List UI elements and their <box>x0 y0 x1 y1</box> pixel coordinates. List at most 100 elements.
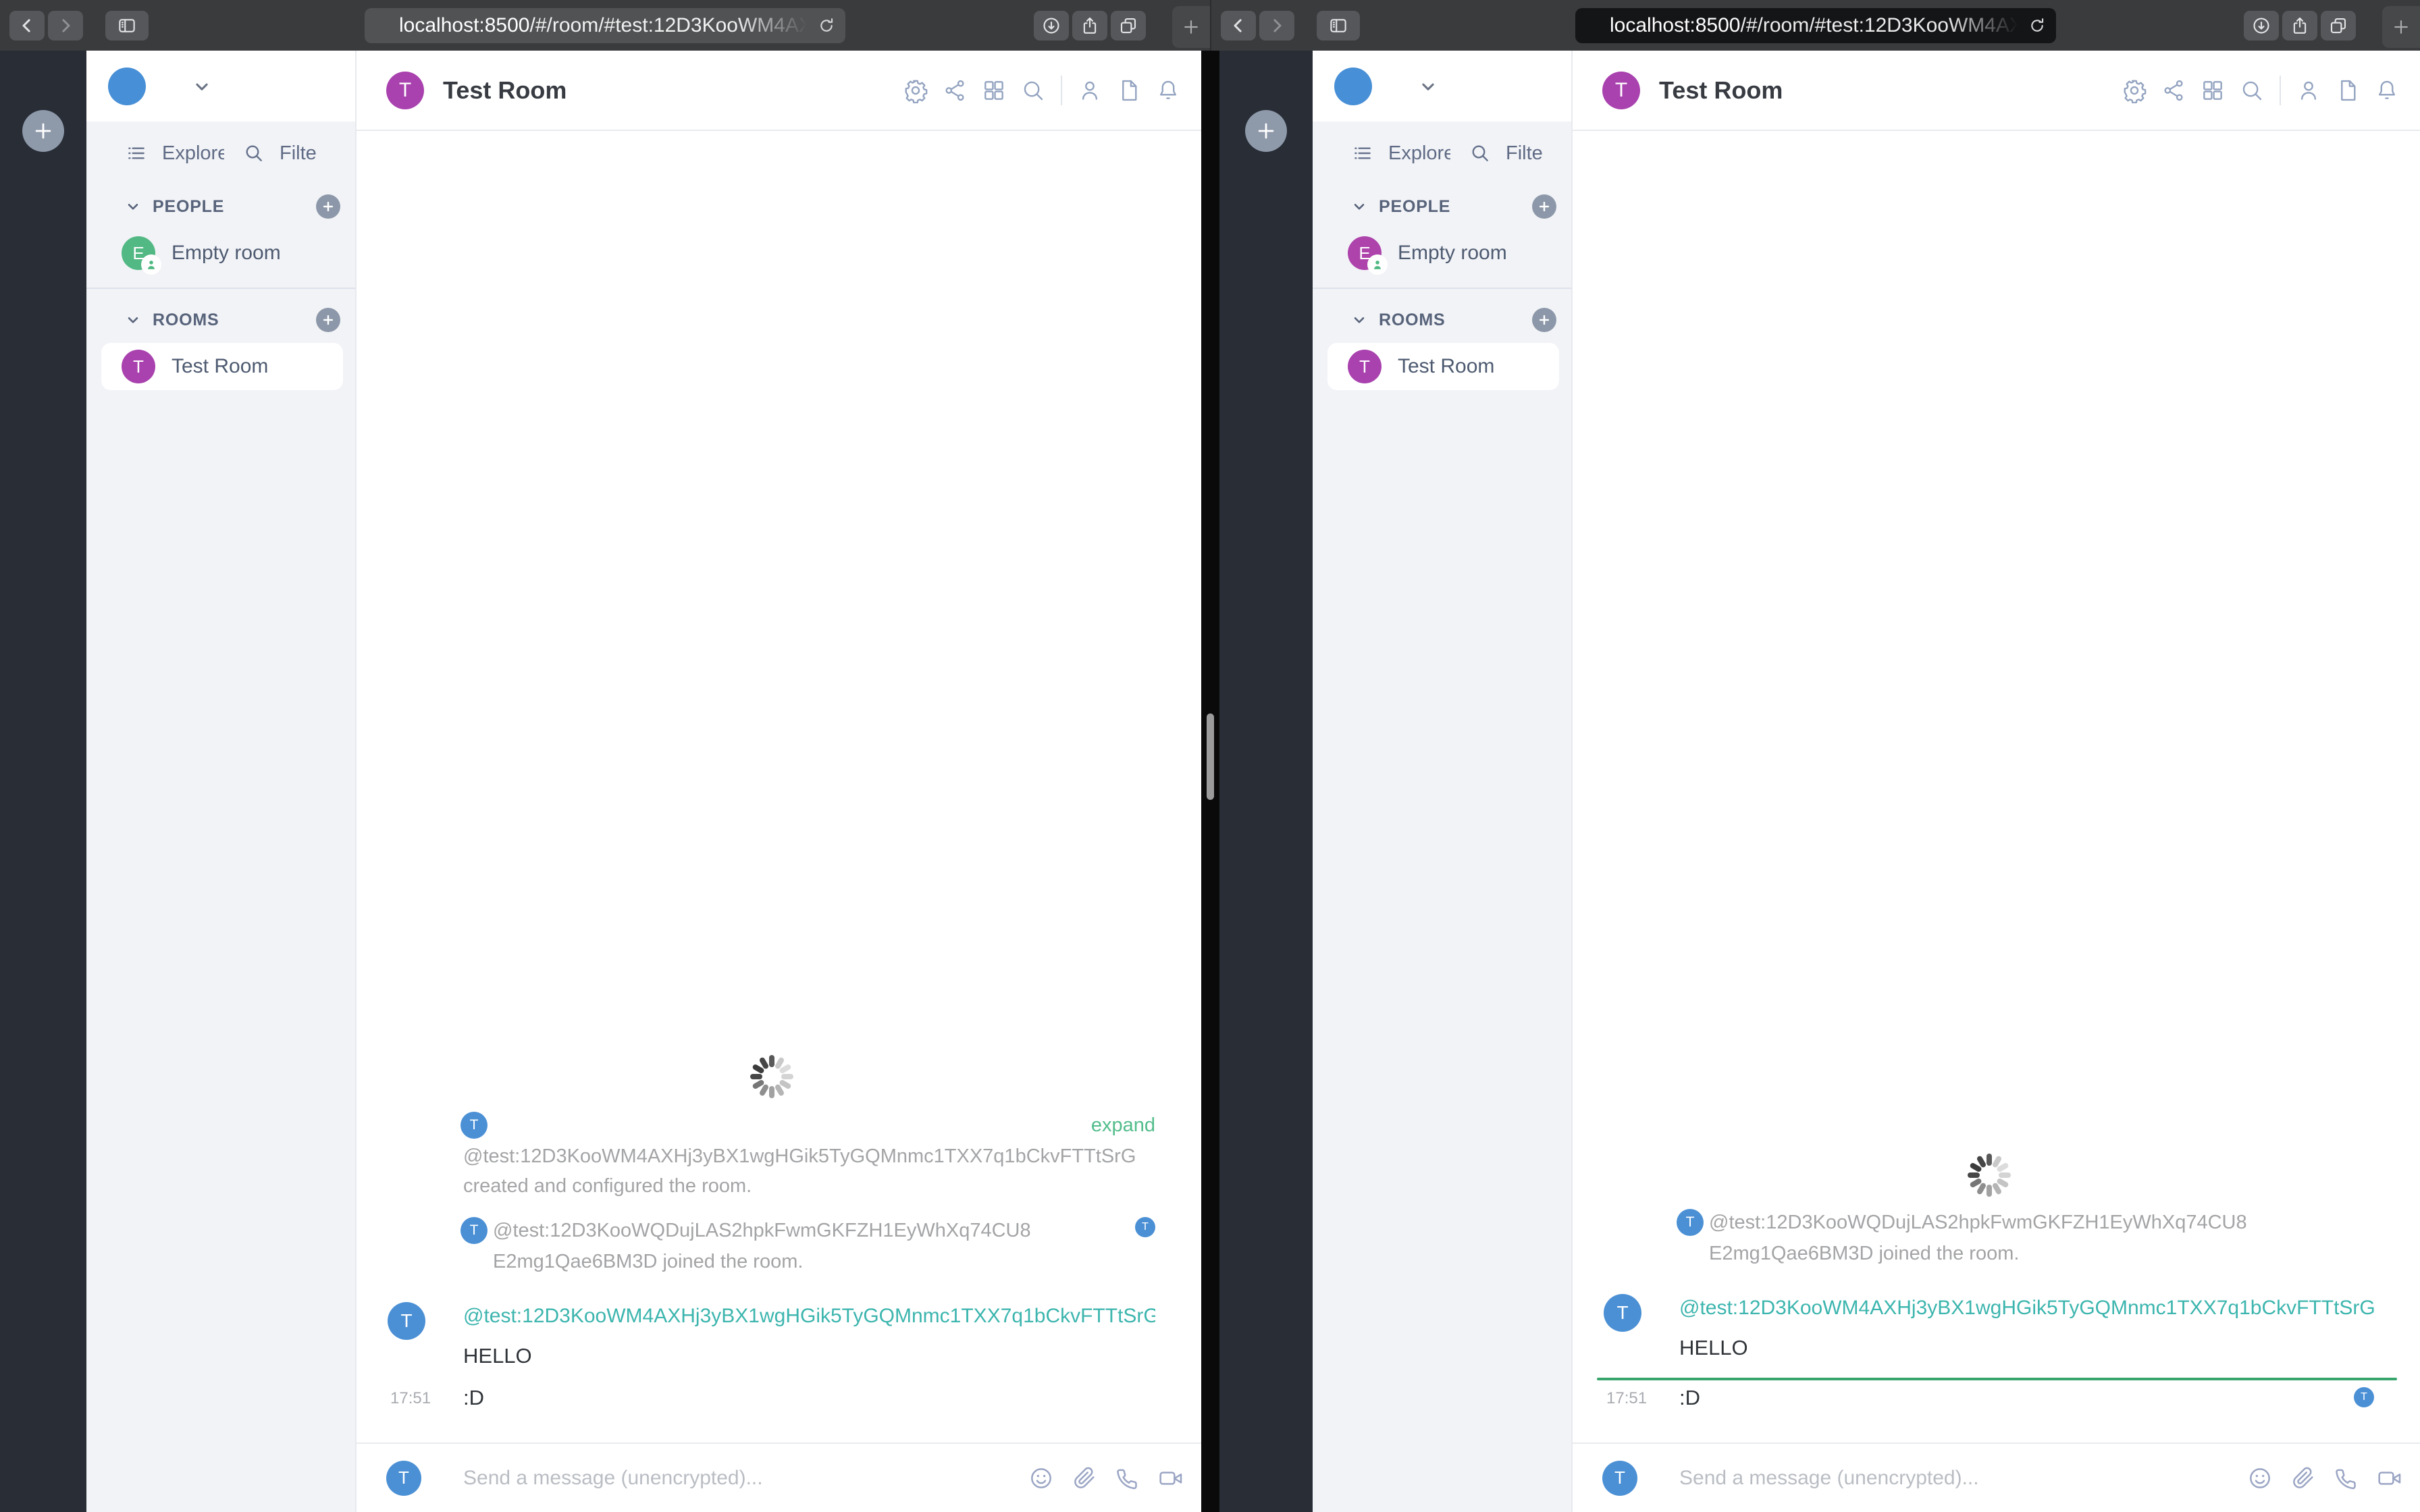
message-timestamp: 17:51 <box>390 1389 431 1407</box>
explore-button[interactable]: Explore <box>1388 142 1450 165</box>
list-item-test-room[interactable]: T Test Room <box>101 343 343 390</box>
reload-button[interactable] <box>2025 14 2049 38</box>
voice-call-button[interactable] <box>2331 1463 2362 1494</box>
sidebar-divider <box>86 288 355 289</box>
room-settings-button[interactable] <box>2119 75 2150 106</box>
url-bar[interactable]: localhost:8500/#/room/#test:12D3KooWM4AX… <box>365 7 845 43</box>
list-item-empty-room[interactable]: E Empty room <box>101 230 343 277</box>
sidebar-icon <box>119 18 135 32</box>
tab-overview-button[interactable] <box>2321 10 2356 40</box>
filter-input[interactable]: Filte <box>1506 142 1546 165</box>
add-room-button[interactable] <box>1532 308 1556 332</box>
add-room-button[interactable] <box>316 308 340 332</box>
avatar: E <box>1348 236 1388 275</box>
tab-overview-button[interactable] <box>1111 10 1146 40</box>
members-button[interactable] <box>2293 75 2324 106</box>
room-avatar[interactable]: T <box>1602 71 1640 109</box>
back-button[interactable] <box>1221 10 1256 40</box>
reload-button[interactable] <box>814 14 839 38</box>
share-button[interactable] <box>1072 10 1107 40</box>
sidebar-toggle-button[interactable] <box>105 10 149 40</box>
room-avatar[interactable]: T <box>386 71 424 109</box>
downloads-button[interactable] <box>2244 10 2279 40</box>
people-section-header[interactable]: PEOPLE <box>1313 185 1571 228</box>
search-icon <box>2242 81 2262 100</box>
search-button[interactable] <box>2236 75 2267 106</box>
filter-search-icon <box>1472 145 1488 161</box>
explore-directory-icon <box>128 147 144 159</box>
rooms-section-label: ROOMS <box>1379 310 1446 329</box>
room-view: T Test Room T expand @test:12D3KooWM4AXH… <box>357 51 1201 1512</box>
share-room-button[interactable] <box>2158 75 2189 106</box>
room-name: Test Room <box>1398 355 1495 377</box>
back-button[interactable] <box>9 10 45 40</box>
plus-icon <box>323 201 334 212</box>
timeline-scrollbar-thumb[interactable] <box>1207 713 1214 800</box>
downloads-button[interactable] <box>1034 10 1069 40</box>
message-body: HELLO <box>463 1344 532 1368</box>
add-people-button[interactable] <box>316 194 340 219</box>
add-community-button[interactable] <box>1245 110 1287 152</box>
video-call-button[interactable] <box>1155 1463 1186 1494</box>
forward-button[interactable] <box>48 10 83 40</box>
rooms-section-header[interactable]: ROOMS <box>86 298 355 342</box>
chevron-left-icon <box>22 18 30 32</box>
chevron-down-icon <box>1354 317 1365 323</box>
new-tab-button[interactable] <box>1172 6 1210 48</box>
message-input[interactable]: Send a message (unencrypted)... <box>463 1467 1014 1490</box>
explore-button[interactable]: Explore <box>162 142 224 165</box>
user-menu-chevron-icon[interactable] <box>190 75 213 98</box>
files-button[interactable] <box>1113 75 1145 106</box>
filter-input[interactable]: Filte <box>280 142 320 165</box>
list-item-empty-room[interactable]: E Empty room <box>1327 230 1559 277</box>
room-settings-button[interactable] <box>900 75 931 106</box>
emoji-button[interactable] <box>2244 1463 2276 1494</box>
sender-name[interactable]: @test:12D3KooWM4AXHj3yBX1wgHGik5TyGQMnmc… <box>463 1301 1155 1340</box>
notifications-button[interactable] <box>1153 75 1184 106</box>
room-name: Test Room <box>172 355 269 377</box>
url-bar[interactable]: localhost:8500/#/room/#test:12D3KooWM4AX… <box>1575 7 2056 43</box>
sender-avatar[interactable]: T <box>388 1302 425 1340</box>
sender-name[interactable]: @test:12D3KooWM4AXHj3yBX1wgHGik5TyGQMnmc… <box>1679 1293 2374 1332</box>
room-title: Test Room <box>1659 76 1783 104</box>
apps-grid-button[interactable] <box>978 75 1009 106</box>
user-avatar[interactable] <box>1334 67 1372 105</box>
video-call-button[interactable] <box>2374 1463 2405 1494</box>
list-item-test-room[interactable]: T Test Room <box>1327 343 1559 390</box>
people-section-header[interactable]: PEOPLE <box>86 185 355 228</box>
expand-link[interactable]: expand <box>1091 1114 1155 1137</box>
room-view: T Test Room T @test:12D3KooWQDujLAS2hpkF… <box>1573 51 2420 1512</box>
read-receipt-avatar: T <box>2354 1387 2374 1407</box>
new-tab-button[interactable] <box>2382 6 2420 48</box>
add-people-button[interactable] <box>1532 194 1556 219</box>
apps-grid-button[interactable] <box>2197 75 2228 106</box>
room-list-tools: Explore Filte <box>1313 122 1571 185</box>
event-text: @test:12D3KooWQDujLAS2hpkFwmGKFZH1EyWhXq… <box>1709 1211 2247 1233</box>
sender-avatar[interactable]: T <box>1604 1294 1641 1332</box>
rooms-section-header[interactable]: ROOMS <box>1313 298 1571 342</box>
voice-call-button[interactable] <box>1112 1463 1143 1494</box>
search-button[interactable] <box>1018 75 1049 106</box>
room-list-sidebar: Explore Filte PEOPLE E Empty room ROOMS … <box>1313 51 1573 1512</box>
forward-button[interactable] <box>1259 10 1294 40</box>
video-camera-icon <box>1159 1471 1182 1485</box>
room-header: T Test Room <box>1573 51 2420 131</box>
attach-button[interactable] <box>2288 1463 2319 1494</box>
sidebar-toggle-button[interactable] <box>1317 10 1360 40</box>
room-list-tools: Explore Filte <box>86 122 355 185</box>
message-input[interactable]: Send a message (unencrypted)... <box>1679 1467 2232 1490</box>
share-icon <box>1083 17 1097 34</box>
members-button[interactable] <box>1074 75 1105 106</box>
plus-icon <box>1539 201 1550 212</box>
emoji-button[interactable] <box>1026 1463 1057 1494</box>
share-button[interactable] <box>2282 10 2317 40</box>
share-room-button[interactable] <box>939 75 970 106</box>
user-menu-chevron-icon[interactable] <box>1417 75 1440 98</box>
attach-button[interactable] <box>1069 1463 1100 1494</box>
notifications-button[interactable] <box>2371 75 2402 106</box>
files-button[interactable] <box>2332 75 2363 106</box>
room-name: Empty room <box>1398 242 1507 264</box>
add-community-button[interactable] <box>22 110 64 152</box>
join-event: T @test:12D3KooWQDujLAS2hpkFwmGKFZH1EyWh… <box>388 1214 1155 1276</box>
user-avatar[interactable] <box>108 67 146 105</box>
